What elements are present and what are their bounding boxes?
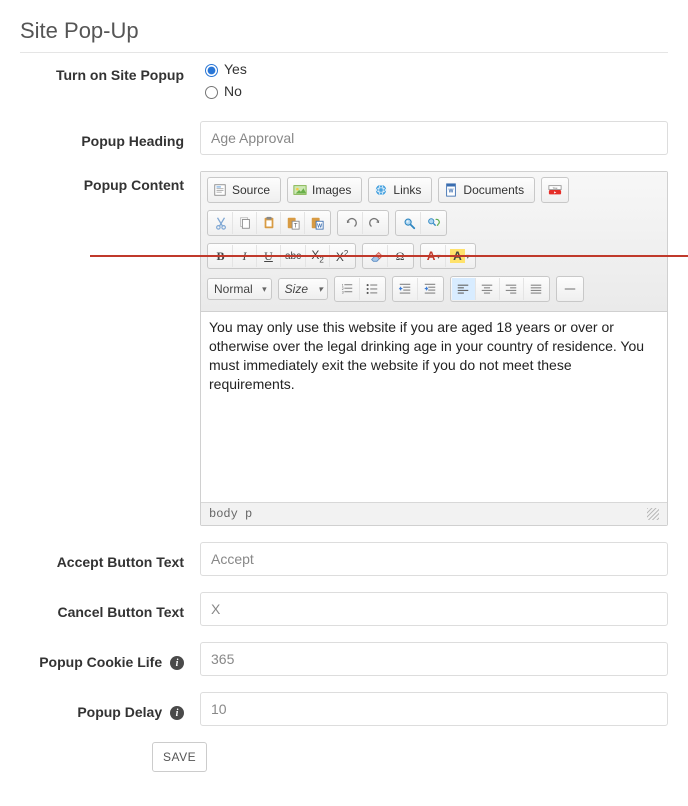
format-select[interactable]: Normal bbox=[207, 278, 272, 300]
align-justify-icon bbox=[529, 282, 543, 296]
size-select[interactable]: Size bbox=[278, 278, 328, 300]
documents-button[interactable]: W Documents bbox=[440, 179, 533, 201]
unordered-list-button[interactable] bbox=[360, 278, 384, 300]
radio-no[interactable]: No bbox=[200, 83, 668, 99]
radio-yes-label: Yes bbox=[224, 61, 247, 77]
replace-icon bbox=[426, 216, 440, 230]
copy-icon bbox=[238, 216, 252, 230]
label-turn-on: Turn on Site Popup bbox=[20, 61, 200, 83]
label-heading: Popup Heading bbox=[20, 127, 200, 149]
links-icon bbox=[374, 183, 388, 197]
heading-input[interactable] bbox=[200, 121, 668, 155]
images-button[interactable]: Images bbox=[289, 179, 360, 201]
find-button[interactable] bbox=[397, 212, 421, 234]
editor-path[interactable]: body p bbox=[209, 507, 252, 521]
source-button[interactable]: Source bbox=[209, 179, 279, 201]
indent-icon bbox=[423, 282, 437, 296]
undo-button[interactable] bbox=[339, 212, 363, 234]
hr-button[interactable] bbox=[558, 278, 582, 300]
ordered-list-button[interactable]: 123 bbox=[336, 278, 360, 300]
cancel-input[interactable] bbox=[200, 592, 668, 626]
align-center-icon bbox=[480, 282, 494, 296]
source-icon bbox=[213, 183, 227, 197]
svg-text:W: W bbox=[317, 223, 322, 229]
label-cookie-life: Popup Cookie Life i bbox=[20, 648, 200, 670]
radio-yes-input[interactable] bbox=[205, 64, 218, 77]
align-left-button[interactable] bbox=[452, 278, 476, 300]
radio-yes[interactable]: Yes bbox=[200, 61, 668, 77]
paste-text-icon: T bbox=[286, 216, 300, 230]
paste-word-icon: W bbox=[310, 216, 324, 230]
cut-icon bbox=[214, 216, 228, 230]
find-icon bbox=[402, 216, 416, 230]
redo-button[interactable] bbox=[363, 212, 387, 234]
label-delay: Popup Delay i bbox=[20, 698, 200, 720]
youtube-icon: You bbox=[548, 183, 562, 197]
cut-button[interactable] bbox=[209, 212, 233, 234]
align-justify-button[interactable] bbox=[524, 278, 548, 300]
svg-text:T: T bbox=[293, 222, 297, 229]
redo-icon bbox=[368, 216, 382, 230]
accept-input[interactable] bbox=[200, 542, 668, 576]
cookie-life-input[interactable] bbox=[200, 642, 668, 676]
outdent-button[interactable] bbox=[394, 278, 418, 300]
label-content: Popup Content bbox=[20, 171, 200, 193]
outdent-icon bbox=[398, 282, 412, 296]
undo-icon bbox=[344, 216, 358, 230]
svg-text:You: You bbox=[553, 186, 558, 190]
paste-icon bbox=[262, 216, 276, 230]
page-title: Site Pop-Up bbox=[20, 18, 668, 53]
links-button[interactable]: Links bbox=[370, 179, 430, 201]
align-right-button[interactable] bbox=[500, 278, 524, 300]
indent-button[interactable] bbox=[418, 278, 442, 300]
resize-handle[interactable] bbox=[647, 508, 659, 520]
paste-button[interactable] bbox=[257, 212, 281, 234]
delay-input[interactable] bbox=[200, 692, 668, 726]
info-icon[interactable]: i bbox=[170, 656, 184, 670]
align-center-button[interactable] bbox=[476, 278, 500, 300]
unordered-list-icon bbox=[365, 282, 379, 296]
label-cancel: Cancel Button Text bbox=[20, 598, 200, 620]
copy-button[interactable] bbox=[233, 212, 257, 234]
svg-text:W: W bbox=[449, 189, 454, 195]
align-left-icon bbox=[456, 282, 470, 296]
editor-body[interactable]: You may only use this website if you are… bbox=[201, 312, 667, 502]
save-button[interactable]: SAVE bbox=[152, 742, 207, 772]
ordered-list-icon: 123 bbox=[340, 282, 354, 296]
label-accept: Accept Button Text bbox=[20, 548, 200, 570]
youtube-button[interactable]: You bbox=[543, 179, 567, 201]
svg-text:3: 3 bbox=[342, 290, 344, 294]
align-right-icon bbox=[504, 282, 518, 296]
paste-word-button[interactable]: W bbox=[305, 212, 329, 234]
text-color-button[interactable]: A▾ bbox=[422, 245, 446, 267]
paste-text-button[interactable]: T bbox=[281, 212, 305, 234]
replace-button[interactable] bbox=[421, 212, 445, 234]
editor-toolbar: Source Images Links bbox=[201, 172, 667, 312]
radio-no-label: No bbox=[224, 83, 242, 99]
info-icon[interactable]: i bbox=[170, 706, 184, 720]
images-icon bbox=[293, 183, 307, 197]
rich-text-editor: Source Images Links bbox=[200, 171, 668, 526]
hr-icon bbox=[563, 282, 577, 296]
documents-icon: W bbox=[444, 183, 458, 197]
radio-no-input[interactable] bbox=[205, 86, 218, 99]
